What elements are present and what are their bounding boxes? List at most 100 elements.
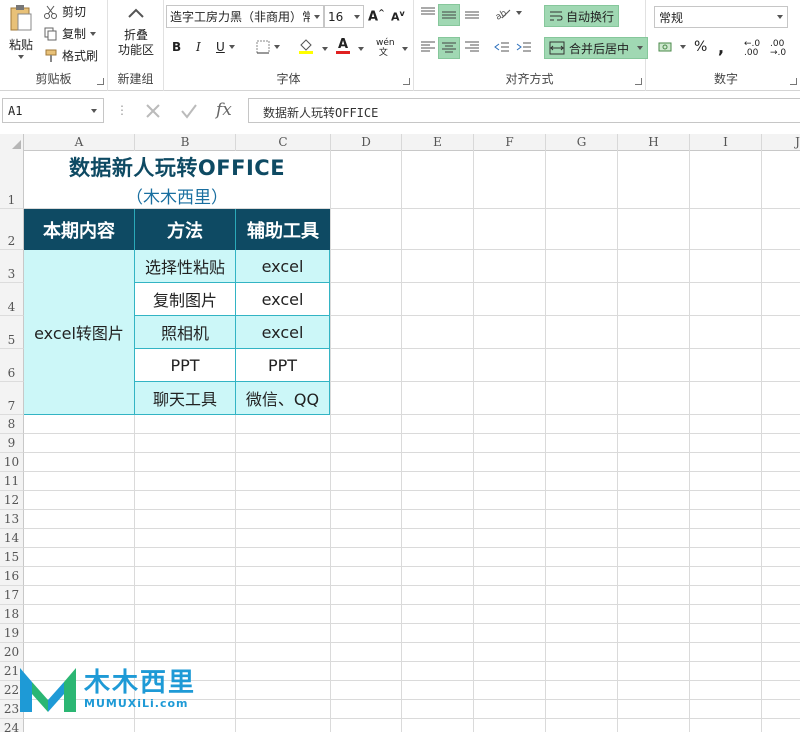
clipboard-group: 粘贴 剪切 复制 格式刷 剪贴板 bbox=[0, 0, 108, 91]
number-format-select[interactable]: 常规 bbox=[654, 6, 788, 28]
decrease-indent-button[interactable] bbox=[494, 40, 510, 54]
row-header[interactable]: 24 bbox=[0, 719, 24, 732]
tool-cell[interactable]: excel bbox=[236, 283, 330, 316]
font-size-select[interactable]: 16 bbox=[324, 5, 364, 28]
column-header[interactable]: G bbox=[546, 134, 618, 151]
chevron-down-icon[interactable] bbox=[358, 47, 364, 51]
align-left-button[interactable] bbox=[420, 40, 436, 54]
sheet-subtitle[interactable]: （木木西里） bbox=[24, 182, 330, 208]
align-middle-button[interactable] bbox=[438, 4, 460, 26]
header-cell-method[interactable]: 方法 bbox=[135, 209, 236, 250]
collapse-ribbon-button[interactable]: 折叠 功能区 bbox=[116, 6, 156, 58]
orientation-button[interactable]: ab bbox=[494, 6, 522, 20]
align-right-button[interactable] bbox=[464, 40, 480, 54]
method-cell[interactable]: 照相机 bbox=[135, 316, 236, 349]
row-header[interactable]: 7 bbox=[0, 382, 24, 415]
method-cell[interactable]: 复制图片 bbox=[135, 283, 236, 316]
tool-cell[interactable]: excel bbox=[236, 250, 330, 283]
column-header[interactable]: F bbox=[474, 134, 546, 151]
row-header[interactable]: 9 bbox=[0, 434, 24, 453]
dialog-launcher-icon[interactable] bbox=[97, 78, 104, 85]
row-header[interactable]: 13 bbox=[0, 510, 24, 529]
italic-button[interactable]: I bbox=[196, 40, 201, 54]
wrap-text-button[interactable]: 自动换行 bbox=[544, 5, 620, 27]
row-header[interactable]: 14 bbox=[0, 529, 24, 548]
formula-input[interactable]: 数据新人玩转OFFICE bbox=[248, 98, 800, 123]
tool-cell[interactable]: 微信、QQ bbox=[236, 382, 330, 415]
row-gridline bbox=[24, 604, 800, 605]
merge-center-button[interactable]: 合并后居中 bbox=[544, 37, 649, 59]
row-header[interactable]: 10 bbox=[0, 453, 24, 472]
row-header[interactable]: 19 bbox=[0, 624, 24, 643]
row-header[interactable]: 20 bbox=[0, 643, 24, 662]
align-bottom-button[interactable] bbox=[464, 6, 480, 20]
row-header[interactable]: 11 bbox=[0, 472, 24, 491]
tool-cell[interactable]: excel bbox=[236, 316, 330, 349]
grow-font-button[interactable]: A^ bbox=[368, 8, 385, 24]
select-all-button[interactable] bbox=[0, 134, 24, 151]
chevron-down-icon bbox=[680, 45, 686, 49]
cancel-icon[interactable] bbox=[144, 102, 162, 120]
column-header[interactable]: C bbox=[236, 134, 331, 151]
border-button[interactable] bbox=[256, 40, 280, 54]
row-header[interactable]: 16 bbox=[0, 567, 24, 586]
shrink-font-button[interactable]: Av bbox=[391, 9, 405, 24]
header-cell-tool[interactable]: 辅助工具 bbox=[236, 209, 330, 250]
method-cell[interactable]: 选择性粘贴 bbox=[135, 250, 236, 283]
row-header[interactable]: 1 bbox=[0, 151, 24, 209]
enter-icon[interactable] bbox=[180, 102, 198, 120]
font-color-button[interactable]: A bbox=[336, 38, 350, 54]
column-header[interactable]: D bbox=[331, 134, 402, 151]
increase-indent-button[interactable] bbox=[516, 40, 532, 54]
tool-cell[interactable]: PPT bbox=[236, 349, 330, 382]
row-header[interactable]: 5 bbox=[0, 316, 24, 349]
fill-color-button[interactable] bbox=[298, 38, 314, 54]
row-header[interactable]: 15 bbox=[0, 548, 24, 567]
comma-button[interactable]: , bbox=[718, 38, 724, 57]
decrease-decimal-button[interactable]: .00 →.0 bbox=[770, 40, 786, 58]
row-header[interactable]: 2 bbox=[0, 209, 24, 250]
align-center-button[interactable] bbox=[438, 37, 460, 59]
method-cell[interactable]: 聊天工具 bbox=[135, 382, 236, 415]
row-header[interactable]: 12 bbox=[0, 491, 24, 510]
worksheet-grid[interactable]: ABCDEFGHIJ 1 2 3 4 5 6 7 8 9 10 11 12 13 14 15 16 17 18 19… bbox=[0, 134, 800, 732]
paste-button[interactable]: 粘贴 bbox=[6, 4, 36, 59]
row-header[interactable]: 17 bbox=[0, 586, 24, 605]
percent-button[interactable]: % bbox=[694, 39, 707, 55]
bold-button[interactable]: B bbox=[172, 40, 181, 54]
dialog-launcher-icon[interactable] bbox=[403, 78, 410, 85]
chevron-down-icon[interactable] bbox=[322, 47, 328, 51]
phonetic-button[interactable]: wén 文 bbox=[376, 38, 395, 58]
topic-cell[interactable]: excel转图片 bbox=[24, 250, 135, 415]
column-header[interactable]: E bbox=[402, 134, 474, 151]
header-cell-content[interactable]: 本期内容 bbox=[24, 209, 135, 250]
italic-icon: I bbox=[196, 40, 201, 54]
row-header[interactable]: 4 bbox=[0, 283, 24, 316]
column-header[interactable]: H bbox=[618, 134, 690, 151]
column-header[interactable]: I bbox=[690, 134, 762, 151]
font-color-icon: A bbox=[337, 37, 349, 52]
column-header[interactable]: B bbox=[135, 134, 236, 151]
row-header[interactable]: 3 bbox=[0, 250, 24, 283]
insert-function-icon[interactable]: fx bbox=[216, 100, 232, 120]
row-header[interactable]: 8 bbox=[0, 415, 24, 434]
row-header[interactable]: 6 bbox=[0, 349, 24, 382]
format-painter-button[interactable]: 格式刷 bbox=[44, 47, 98, 64]
formula-value: 数据新人玩转OFFICE bbox=[263, 106, 379, 120]
chevron-down-icon[interactable] bbox=[402, 47, 408, 51]
font-name-select[interactable]: 造字工房力黑（非商用）常 bbox=[166, 5, 324, 28]
dialog-launcher-icon[interactable] bbox=[635, 78, 642, 85]
column-header[interactable]: J bbox=[762, 134, 800, 151]
align-top-button[interactable] bbox=[420, 6, 436, 20]
copy-button[interactable]: 复制 bbox=[44, 25, 97, 42]
method-cell[interactable]: PPT bbox=[135, 349, 236, 382]
dialog-launcher-icon[interactable] bbox=[790, 78, 797, 85]
accounting-format-button[interactable] bbox=[658, 40, 686, 54]
name-box[interactable]: A1 bbox=[2, 98, 104, 123]
cut-button[interactable]: 剪切 bbox=[44, 3, 86, 20]
underline-button[interactable]: U bbox=[216, 40, 235, 54]
row-header[interactable]: 18 bbox=[0, 605, 24, 624]
increase-decimal-button[interactable]: ←.0.00 bbox=[744, 40, 760, 58]
sheet-title[interactable]: 数据新人玩转OFFICE bbox=[24, 151, 330, 183]
column-header[interactable]: A bbox=[24, 134, 135, 151]
